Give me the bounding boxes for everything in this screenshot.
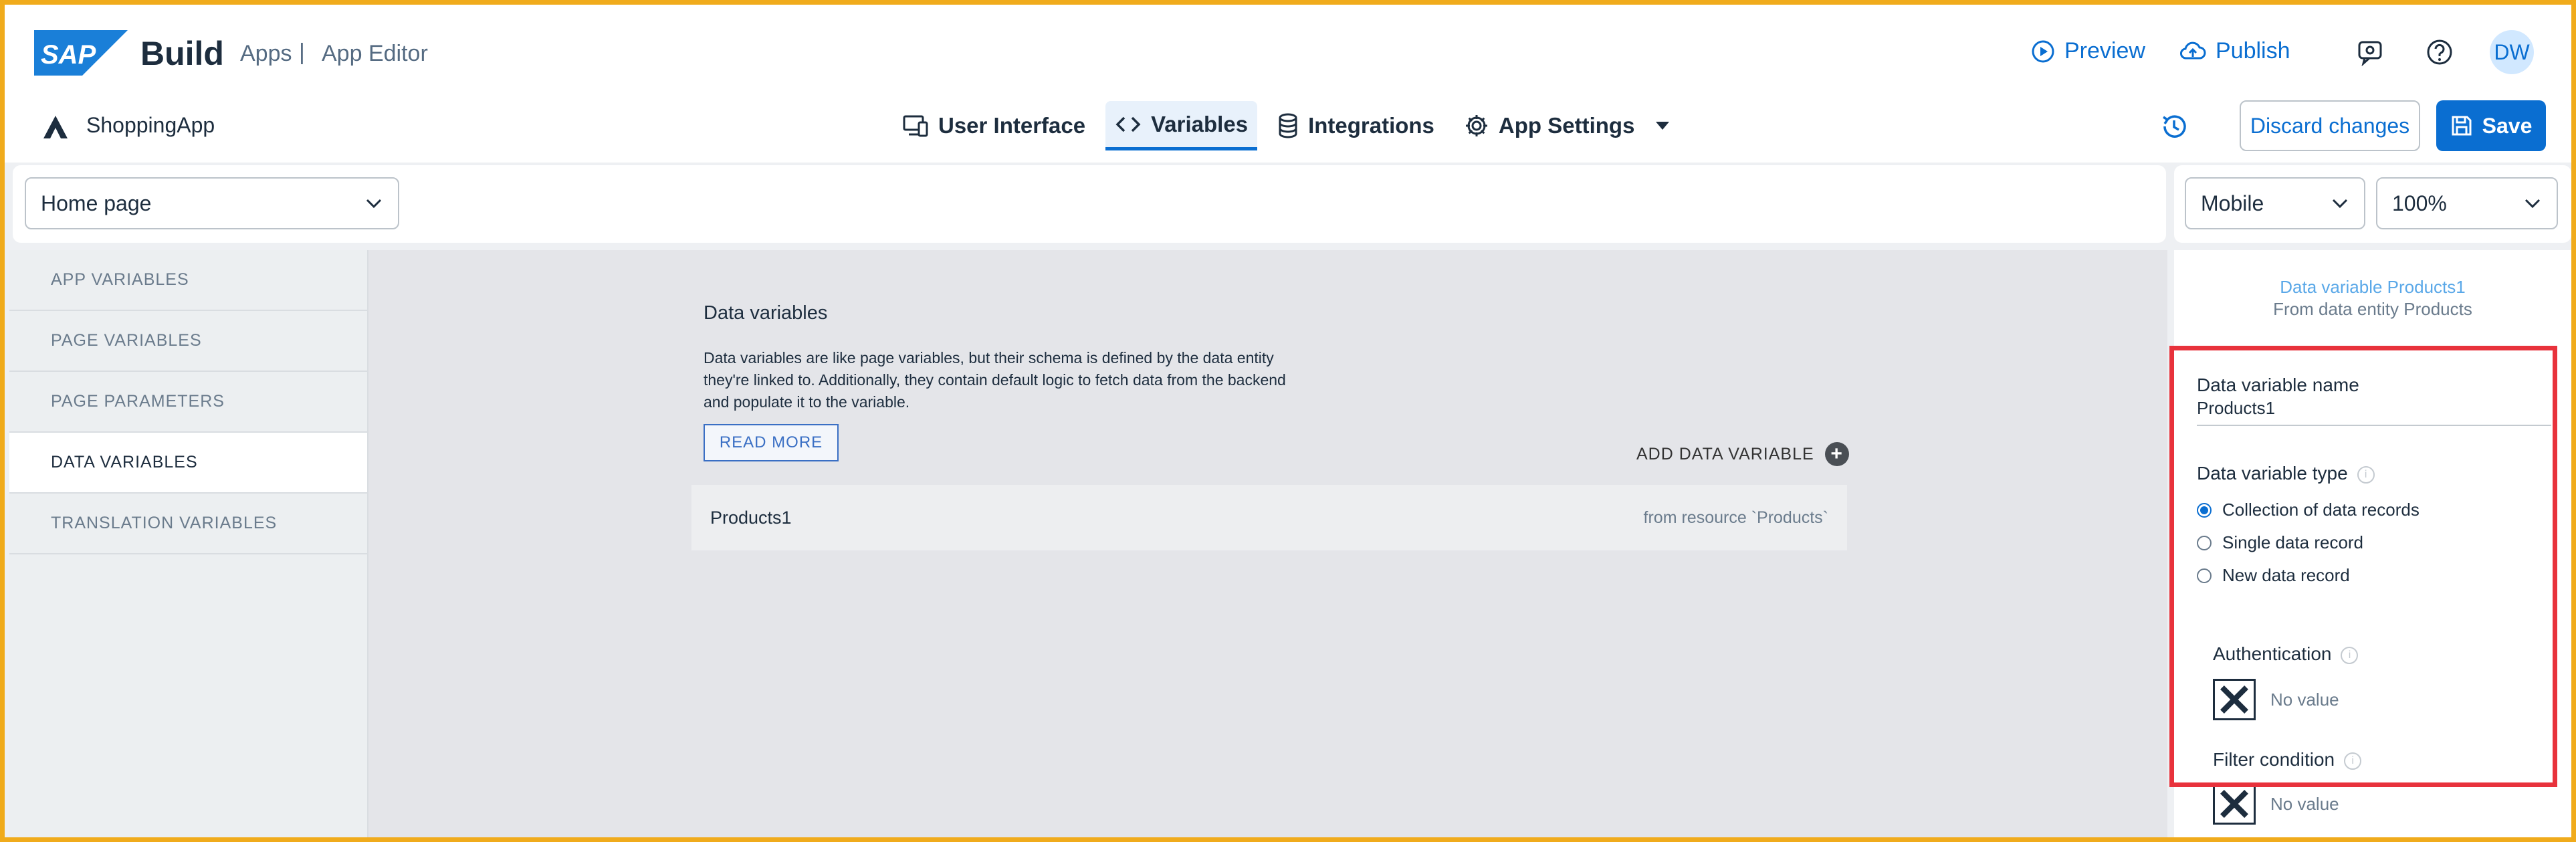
help-icon[interactable]	[2426, 38, 2454, 66]
chevron-down-icon	[366, 199, 382, 209]
chevron-down-icon	[2332, 199, 2348, 209]
variable-source: from resource `Products`	[1643, 508, 1828, 527]
publish-label: Publish	[2216, 38, 2290, 64]
save-icon	[2452, 116, 2472, 136]
page-title: Data variables	[704, 302, 828, 324]
add-data-variable-button[interactable]: ADD DATA VARIABLE +	[1636, 442, 1849, 466]
no-binding-icon[interactable]	[2213, 783, 2256, 825]
code-icon	[1115, 116, 1141, 132]
save-button[interactable]: Save	[2436, 100, 2546, 151]
devices-icon	[903, 115, 928, 137]
discard-changes-button[interactable]: Discard changes	[2240, 100, 2420, 151]
sidebar-item-data-variables[interactable]: DATA VARIABLES	[9, 433, 367, 494]
filter-condition-value: No value	[2270, 793, 2339, 814]
svg-text:SAP: SAP	[41, 40, 96, 70]
app-editor-label: App Editor	[322, 41, 428, 66]
main-nav: User Interface Variables Integrations Ap…	[893, 101, 1681, 150]
breadcrumb-separator: |	[299, 39, 305, 65]
page-select-value: Home page	[41, 191, 152, 215]
panel-subheading: From data entity Products	[2273, 299, 2472, 319]
sap-logo: SAP	[34, 30, 128, 76]
tab-label: User Interface	[938, 113, 1086, 138]
tab-label: Variables	[1151, 111, 1249, 136]
sidebar-item-page-parameters[interactable]: PAGE PARAMETERS	[9, 372, 367, 433]
preview-toolbar: Mobile 100%	[2174, 165, 2571, 243]
play-circle-icon	[2032, 40, 2054, 62]
list-item[interactable]: Products1 from resource `Products`	[691, 485, 1847, 550]
app-name: ShoppingApp	[86, 113, 215, 137]
device-select[interactable]: Mobile	[2185, 177, 2365, 229]
caret-down-icon[interactable]	[1653, 119, 1672, 132]
page-select[interactable]: Home page	[25, 177, 399, 229]
sidebar-item-translation-variables[interactable]: TRANSLATION VARIABLES	[9, 494, 367, 554]
highlight-box	[2169, 346, 2557, 787]
preview-label: Preview	[2064, 38, 2145, 64]
tab-label: Integrations	[1308, 113, 1434, 138]
publish-button[interactable]: Publish	[2179, 38, 2290, 64]
shell-header: SAP Build Apps | App Editor Preview Publ…	[5, 5, 2571, 163]
app-window: SAP Build Apps | App Editor Preview Publ…	[0, 0, 2576, 842]
device-select-value: Mobile	[2201, 191, 2264, 215]
app-logo-icon	[43, 116, 68, 138]
tab-label: App Settings	[1498, 113, 1635, 138]
tab-integrations[interactable]: Integrations	[1268, 101, 1444, 150]
zoom-select[interactable]: 100%	[2376, 177, 2558, 229]
chevron-down-icon	[2525, 199, 2541, 209]
save-label: Save	[2482, 113, 2533, 138]
sidebar-item-app-variables[interactable]: APP VARIABLES	[9, 250, 367, 311]
tab-app-settings[interactable]: App Settings	[1455, 101, 1682, 150]
read-more-button[interactable]: READ MORE	[704, 424, 839, 461]
feedback-icon[interactable]	[2356, 38, 2384, 66]
brand-name: Build	[140, 35, 224, 72]
panel-heading: Data variable Products1	[2280, 277, 2466, 297]
tab-user-interface[interactable]: User Interface	[893, 101, 1095, 150]
sidebar-item-page-variables[interactable]: PAGE VARIABLES	[9, 311, 367, 372]
database-icon	[1279, 113, 1297, 138]
tab-variables[interactable]: Variables	[1105, 101, 1258, 150]
preview-button[interactable]: Preview	[2031, 38, 2145, 64]
page-description: Data variables are like page variables, …	[704, 349, 1286, 411]
variable-name: Products1	[710, 507, 792, 528]
history-icon[interactable]	[2159, 112, 2189, 141]
add-data-variable-label: ADD DATA VARIABLE	[1636, 444, 1814, 463]
plus-icon: +	[1824, 442, 1849, 466]
avatar[interactable]: DW	[2490, 30, 2534, 74]
variables-sidebar: APP VARIABLES PAGE VARIABLES PAGE PARAME…	[9, 250, 368, 837]
cloud-upload-icon	[2180, 41, 2206, 59]
zoom-select-value: 100%	[2392, 191, 2447, 215]
apps-link[interactable]: Apps	[240, 41, 292, 67]
page-toolbar: Home page	[13, 165, 2166, 243]
filter-condition-binding[interactable]: No value	[2213, 783, 2339, 825]
gear-icon	[1465, 115, 1487, 136]
